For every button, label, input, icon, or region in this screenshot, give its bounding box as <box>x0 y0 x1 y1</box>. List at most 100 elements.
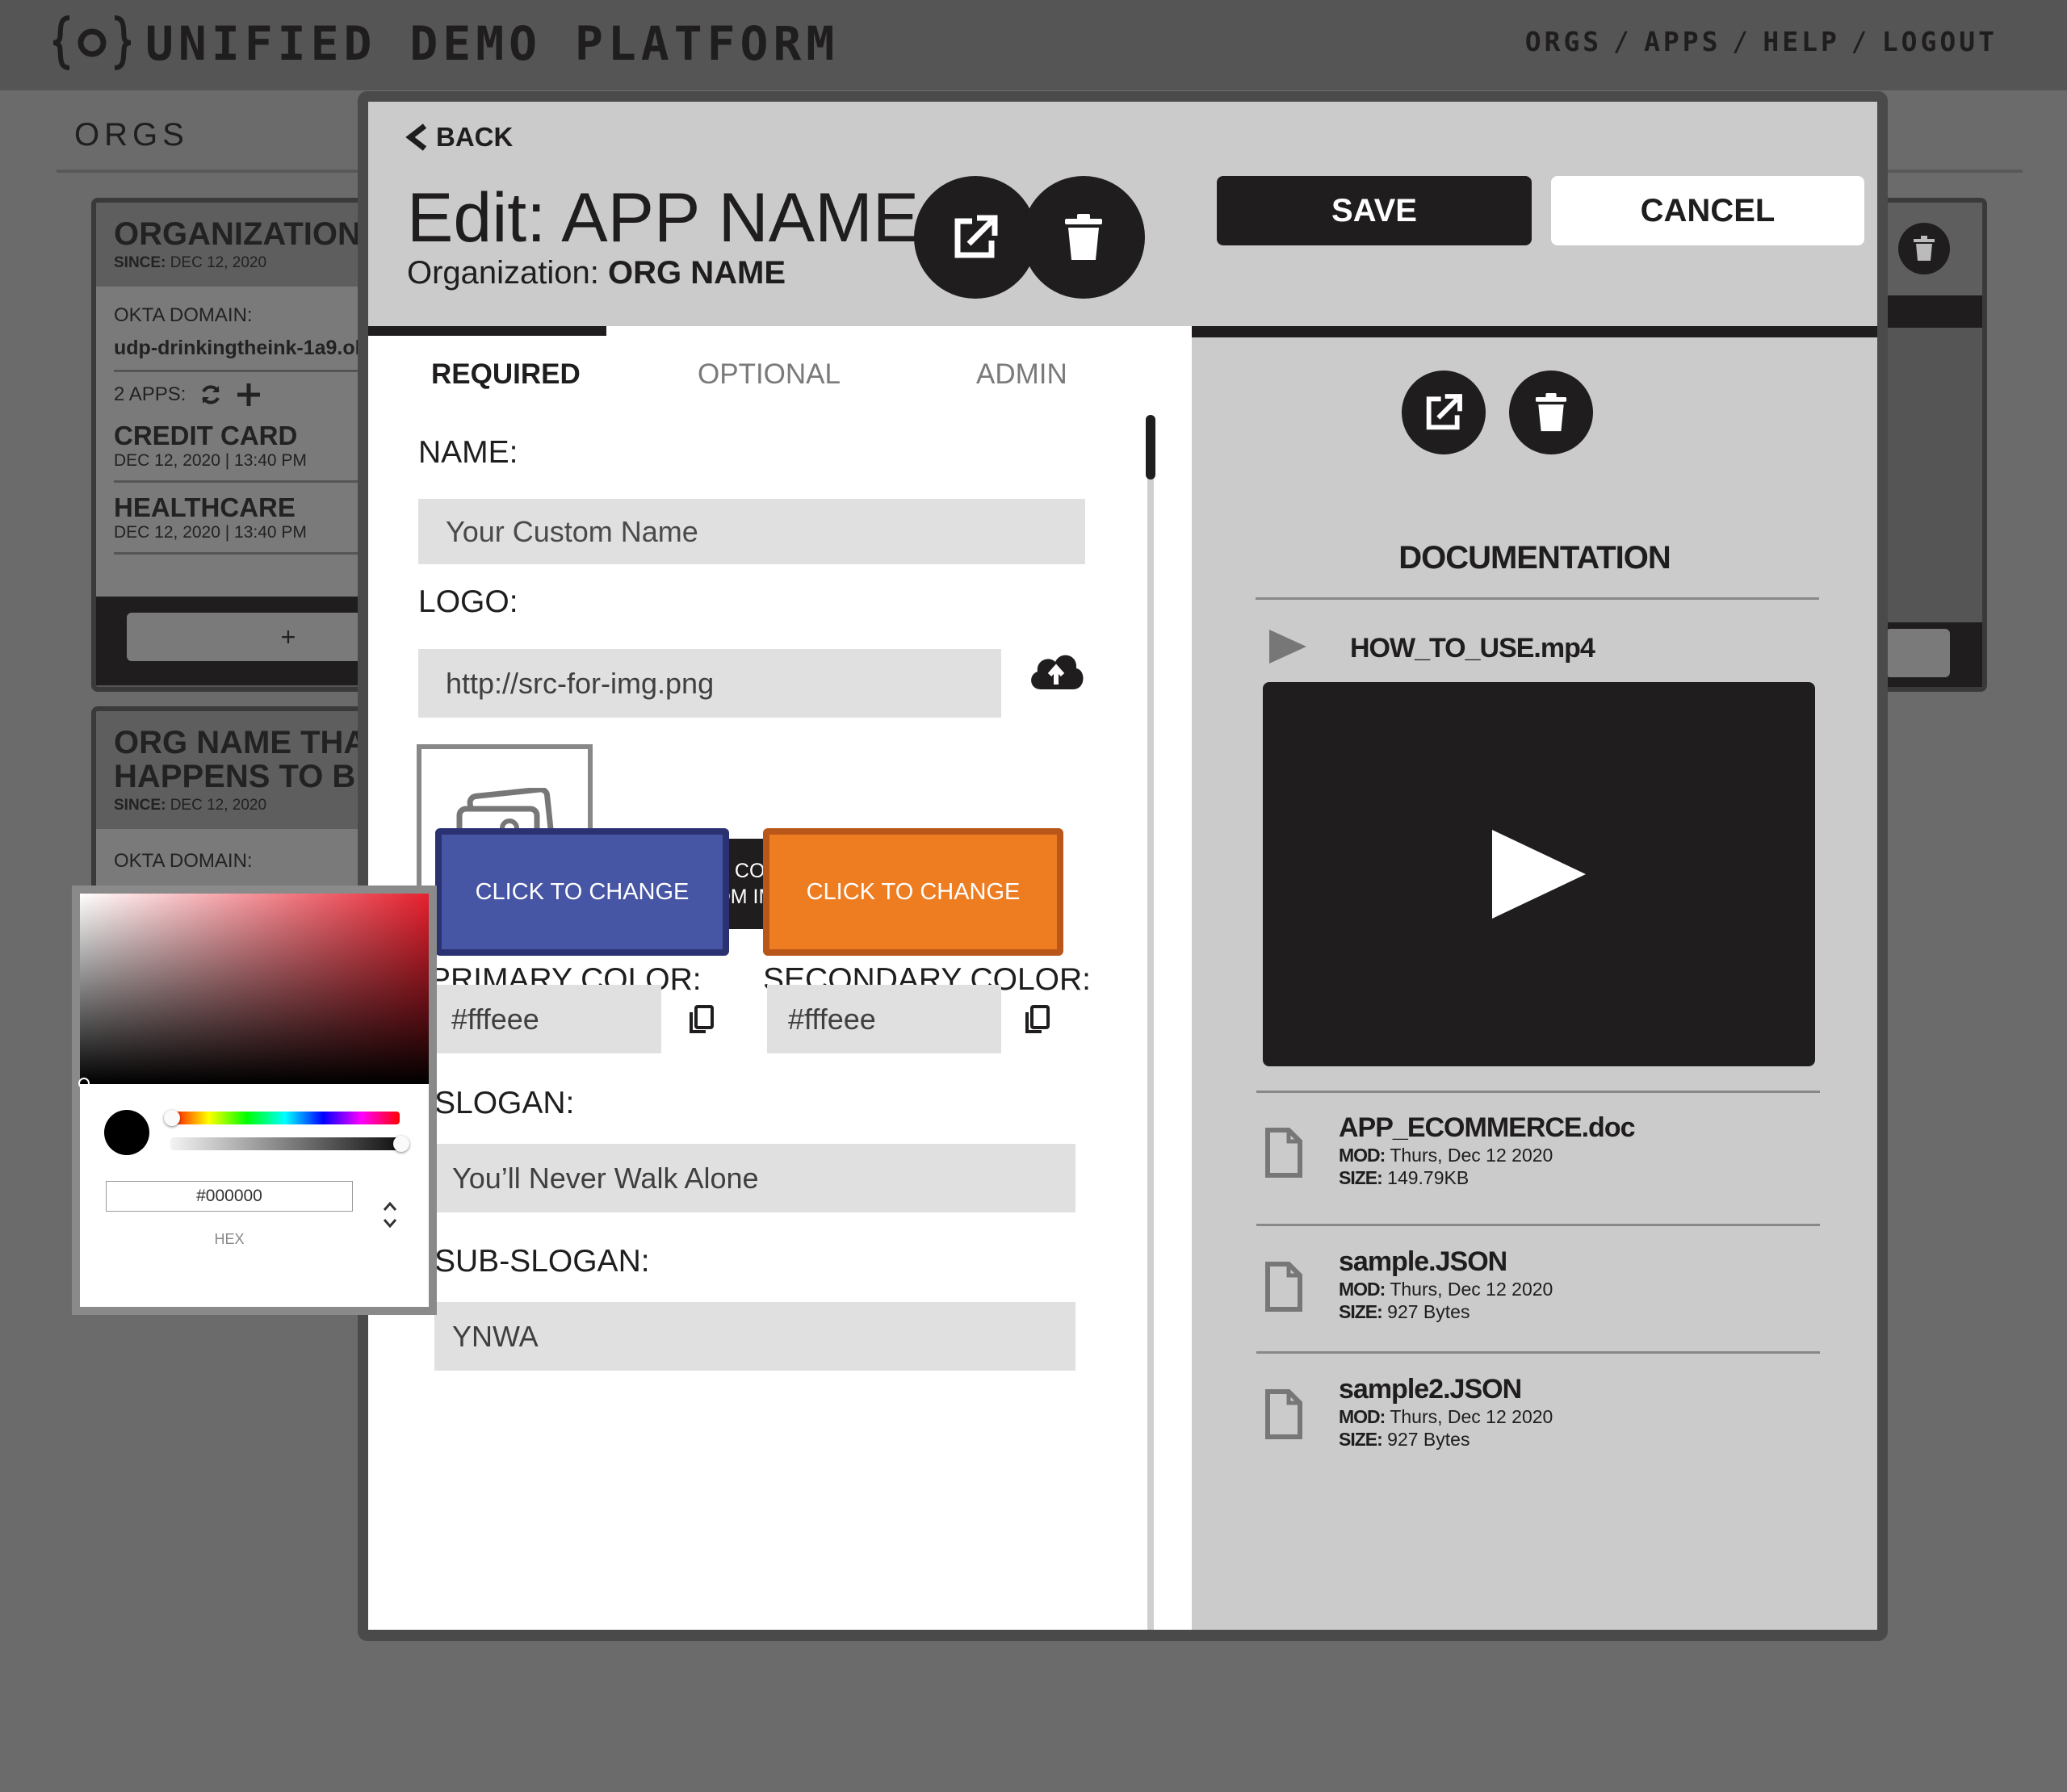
saturation-handle[interactable] <box>78 1078 90 1089</box>
form-panel: REQUIRED OPTIONAL ADMIN NAME: Your Custo… <box>368 326 1192 1630</box>
size-label: SIZE: <box>1339 1167 1383 1188</box>
play-icon[interactable] <box>1489 827 1589 922</box>
mod-label: MOD: <box>1339 1145 1386 1166</box>
hue-handle[interactable] <box>164 1110 180 1126</box>
since-date: DEC 12, 2020 <box>170 797 267 814</box>
secondary-hex-input[interactable]: #fffeee <box>767 985 1001 1053</box>
primary-color-swatch[interactable]: CLICK TO CHANGE <box>435 828 729 956</box>
app-title: UNIFIED DEMO PLATFORM <box>145 16 840 71</box>
page-title: Edit: APP NAME <box>407 178 919 258</box>
apps-count: 2 APPS: <box>114 383 187 405</box>
since-label: SINCE: <box>114 254 166 271</box>
file-mod-date: Thurs, Dec 12 2020 <box>1390 1406 1553 1427</box>
edit-app-modal: BACK Edit: APP NAME Organization: ORG NA… <box>368 102 1877 1630</box>
copy-icon[interactable] <box>1024 1005 1051 1034</box>
app-name-title: APP NAME <box>561 179 920 257</box>
file-size: 927 Bytes <box>1387 1301 1470 1322</box>
documentation-heading: DOCUMENTATION <box>1398 540 1671 576</box>
video-file-name[interactable]: HOW_TO_USE.mp4 <box>1350 633 1595 664</box>
alpha-slider[interactable] <box>170 1137 400 1150</box>
delete-app-button[interactable] <box>1022 176 1145 299</box>
nav-apps[interactable]: APPS <box>1644 26 1721 57</box>
color-picker-popover: #000000 HEX <box>72 886 437 1315</box>
tab-required[interactable]: REQUIRED <box>431 358 581 391</box>
slogan-input[interactable]: You’ll Never Walk Alone <box>434 1144 1075 1212</box>
cancel-button[interactable]: CANCEL <box>1551 176 1864 245</box>
hex-label: HEX <box>214 1231 245 1247</box>
open-external-button[interactable] <box>914 176 1037 299</box>
divider <box>1256 597 1819 600</box>
file-icon <box>1264 1127 1303 1179</box>
orgs-heading: ORGS <box>74 117 189 153</box>
scrollbar-track[interactable] <box>1147 419 1154 1630</box>
file-icon <box>1264 1261 1303 1313</box>
tab-admin[interactable]: ADMIN <box>976 358 1067 391</box>
file-name: sample2.JSON <box>1339 1374 1522 1405</box>
divider <box>1256 1351 1820 1354</box>
logo-url-value: http://src-for-img.png <box>446 666 715 700</box>
mod-label: MOD: <box>1339 1406 1386 1427</box>
plus-icon[interactable] <box>236 382 262 408</box>
save-button[interactable]: SAVE <box>1217 176 1532 245</box>
primary-hex-value: #fffeee <box>451 1002 539 1036</box>
top-nav: ORGS / APPS / HELP / LOGOUT <box>1525 26 1998 57</box>
file-mod-date: Thurs, Dec 12 2020 <box>1390 1145 1553 1166</box>
secondary-color-swatch[interactable]: CLICK TO CHANGE <box>763 828 1063 956</box>
file-size: 149.79KB <box>1387 1167 1470 1188</box>
refresh-icon[interactable] <box>199 383 223 407</box>
primary-swatch-label: CLICK TO CHANGE <box>475 878 690 905</box>
organization-line: Organization: ORG NAME <box>407 255 786 291</box>
name-label: NAME: <box>418 435 518 470</box>
saturation-area[interactable] <box>80 894 429 1084</box>
nav-help[interactable]: HELP <box>1763 26 1839 57</box>
secondary-swatch-label: CLICK TO CHANGE <box>806 878 1021 905</box>
chevron-left-icon <box>405 124 428 151</box>
name-input[interactable]: Your Custom Name <box>418 499 1085 564</box>
organization-name: ORG NAME <box>608 255 786 291</box>
mode-toggle-icon[interactable] <box>382 1199 398 1231</box>
size-label: SIZE: <box>1339 1301 1383 1322</box>
primary-hex-input[interactable]: #fffeee <box>435 985 661 1053</box>
nav-separator: / <box>1851 26 1871 57</box>
nav-separator: / <box>1732 26 1752 57</box>
nav-orgs[interactable]: ORGS <box>1525 26 1602 57</box>
sub-slogan-input[interactable]: YNWA <box>434 1302 1075 1371</box>
scrollbar-thumb[interactable] <box>1146 415 1155 479</box>
file-name: APP_ECOMMERCE.doc <box>1339 1112 1635 1143</box>
logo-icon[interactable] <box>52 15 132 71</box>
logo-url-input[interactable]: http://src-for-img.png <box>418 649 1001 718</box>
external-link-icon <box>951 213 1000 262</box>
open-docs-external-button[interactable] <box>1402 371 1486 454</box>
back-label: BACK <box>436 122 514 152</box>
video-player[interactable] <box>1263 682 1815 1066</box>
upload-cloud-icon[interactable] <box>1026 647 1086 693</box>
divider <box>1256 1091 1820 1093</box>
documentation-panel: DOCUMENTATION HOW_TO_USE.mp4 APP_ECOMMER… <box>1192 326 1877 1630</box>
active-tab-indicator <box>368 326 606 336</box>
play-icon[interactable] <box>1268 628 1308 665</box>
hue-slider[interactable] <box>170 1112 400 1124</box>
sub-slogan-label: SUB-SLOGAN: <box>434 1244 650 1279</box>
trash-icon[interactable] <box>1898 223 1950 274</box>
mod-label: MOD: <box>1339 1279 1386 1300</box>
trash-icon <box>1064 214 1103 261</box>
alpha-handle[interactable] <box>393 1136 409 1152</box>
back-link[interactable]: BACK <box>405 122 513 153</box>
external-link-icon <box>1423 392 1464 433</box>
secondary-hex-value: #fffeee <box>788 1002 876 1036</box>
hex-input[interactable]: #000000 <box>106 1181 353 1212</box>
trash-icon <box>1535 393 1567 432</box>
logo-label: LOGO: <box>418 584 518 619</box>
color-preview <box>104 1110 149 1155</box>
delete-docs-button[interactable] <box>1509 371 1593 454</box>
file-icon <box>1264 1388 1303 1440</box>
nav-logout[interactable]: LOGOUT <box>1882 26 1998 57</box>
sub-slogan-value: YNWA <box>452 1319 539 1353</box>
since-label: SINCE: <box>114 797 166 814</box>
tab-optional[interactable]: OPTIONAL <box>698 358 841 391</box>
file-mod-date: Thurs, Dec 12 2020 <box>1390 1279 1553 1300</box>
org-card <box>1885 198 1987 692</box>
slogan-label: SLOGAN: <box>434 1086 575 1120</box>
panel-top-border <box>1192 326 1877 337</box>
copy-icon[interactable] <box>688 1005 715 1034</box>
